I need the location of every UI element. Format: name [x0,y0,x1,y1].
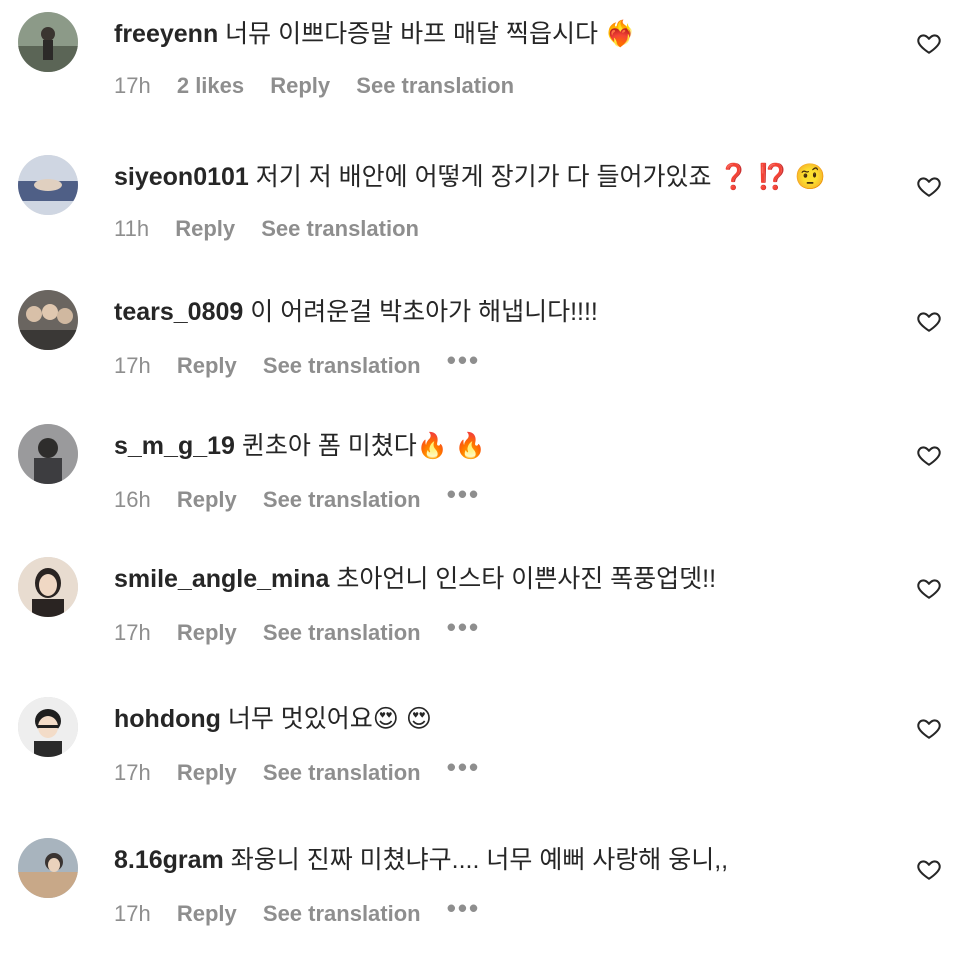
reply-button[interactable]: Reply [177,487,237,512]
more-options-icon[interactable]: ••• [447,893,480,923]
comment-item: freeyenn 너뮤 이쁘다증말 바프 매달 찍읍시다 ❤️‍🔥 17h 2 … [0,12,960,142]
comment-meta: 17h Reply See translation ••• [114,894,500,928]
comment-time: 17h [114,73,151,98]
comment-time: 17h [114,760,151,785]
heart-outline-icon[interactable] [916,715,942,741]
more-options-icon[interactable]: ••• [447,345,480,375]
avatar[interactable] [18,155,78,215]
comment-time: 17h [114,620,151,645]
comment-time: 17h [114,901,151,926]
avatar-image [18,12,78,72]
avatar-image [18,697,78,757]
comment-body: 너뮤 이쁘다증말 바프 매달 찍읍시다 ❤️‍🔥 [225,20,637,48]
comment-body: 저기 저 배안에 어떻게 장기가 다 들어가있죠 ❓ ⁉️ 🤨 [255,163,826,191]
comment-text-line: hohdong 너무 멋있어요😍 😍 [114,703,870,735]
comment-body: 너무 멋있어요😍 😍 [227,705,432,733]
comment-item: siyeon0101 저기 저 배안에 어떻게 장기가 다 들어가있죠 ❓ ⁉️… [0,155,960,285]
comment-username[interactable]: hohdong [114,705,221,733]
comment-meta: 16h Reply See translation ••• [114,480,500,514]
comment-meta: 11h Reply See translation [114,215,439,243]
reply-button[interactable]: Reply [177,620,237,645]
comment-username[interactable]: 8.16gram [114,846,224,874]
comment-item: smile_angle_mina 초아언니 인스타 이쁜사진 폭풍업뎃!! 17… [0,557,960,687]
comment-item: hohdong 너무 멋있어요😍 😍 17h Reply See transla… [0,697,960,827]
avatar-image [18,155,78,215]
comment-text-line: s_m_g_19 퀸초아 폼 미쳤다🔥 🔥 [114,430,870,462]
comment-meta: 17h Reply See translation ••• [114,753,500,787]
heart-outline-icon[interactable] [916,308,942,334]
see-translation-button[interactable]: See translation [263,620,421,645]
comment-body: 퀸초아 폼 미쳤다🔥 🔥 [241,432,486,460]
avatar-image [18,838,78,898]
likes-count[interactable]: 2 likes [177,73,244,98]
comment-body: 초아언니 인스타 이쁜사진 폭풍업뎃!! [336,565,717,593]
heart-outline-icon[interactable] [916,30,942,56]
avatar[interactable] [18,557,78,617]
comment-meta: 17h 2 likes Reply See translation [114,72,534,100]
comment-time: 17h [114,353,151,378]
comment-text-line: smile_angle_mina 초아언니 인스타 이쁜사진 폭풍업뎃!! [114,563,870,595]
comment-meta: 17h Reply See translation ••• [114,346,500,380]
see-translation-button[interactable]: See translation [263,760,421,785]
avatar[interactable] [18,424,78,484]
comment-text-line: tears_0809 이 어려운걸 박초아가 해냅니다!!!! [114,296,870,328]
comment-text-line: freeyenn 너뮤 이쁘다증말 바프 매달 찍읍시다 ❤️‍🔥 [114,18,870,50]
comment-username[interactable]: s_m_g_19 [114,432,235,460]
more-options-icon[interactable]: ••• [447,752,480,782]
more-options-icon[interactable]: ••• [447,612,480,642]
heart-outline-icon[interactable] [916,575,942,601]
avatar-image [18,424,78,484]
avatar-image [18,557,78,617]
comment-time: 11h [114,216,150,241]
comment-body: 좌웅니 진짜 미쳤냐구.... 너무 예뻐 사랑해 웅니,, [230,846,729,874]
comment-text-line: 8.16gram 좌웅니 진짜 미쳤냐구.... 너무 예뻐 사랑해 웅니,, [114,844,870,876]
reply-button[interactable]: Reply [177,901,237,926]
comment-username[interactable]: smile_angle_mina [114,565,329,593]
comment-time: 16h [114,487,151,512]
see-translation-button[interactable]: See translation [261,216,419,241]
avatar-image [18,290,78,350]
see-translation-button[interactable]: See translation [263,901,421,926]
avatar[interactable] [18,697,78,757]
more-options-icon[interactable]: ••• [447,479,480,509]
heart-outline-icon[interactable] [916,442,942,468]
see-translation-button[interactable]: See translation [356,73,514,98]
comment-text-line: siyeon0101 저기 저 배안에 어떻게 장기가 다 들어가있죠 ❓ ⁉️… [114,161,870,193]
see-translation-button[interactable]: See translation [263,487,421,512]
comment-body: 이 어려운걸 박초아가 해냅니다!!!! [250,298,598,326]
reply-button[interactable]: Reply [177,760,237,785]
comment-meta: 17h Reply See translation ••• [114,613,500,647]
see-translation-button[interactable]: See translation [263,353,421,378]
comment-item: s_m_g_19 퀸초아 폼 미쳤다🔥 🔥 16h Reply See tran… [0,424,960,554]
heart-outline-icon[interactable] [916,856,942,882]
avatar[interactable] [18,838,78,898]
comment-username[interactable]: siyeon0101 [114,163,249,191]
comment-item: 8.16gram 좌웅니 진짜 미쳤냐구.... 너무 예뻐 사랑해 웅니,, … [0,838,960,968]
avatar[interactable] [18,12,78,72]
comment-username[interactable]: tears_0809 [114,298,243,326]
comment-username[interactable]: freeyenn [114,20,218,48]
comment-item: tears_0809 이 어려운걸 박초아가 해냅니다!!!! 17h Repl… [0,290,960,420]
reply-button[interactable]: Reply [270,73,330,98]
heart-outline-icon[interactable] [916,173,942,199]
reply-button[interactable]: Reply [177,353,237,378]
avatar[interactable] [18,290,78,350]
reply-button[interactable]: Reply [175,216,235,241]
